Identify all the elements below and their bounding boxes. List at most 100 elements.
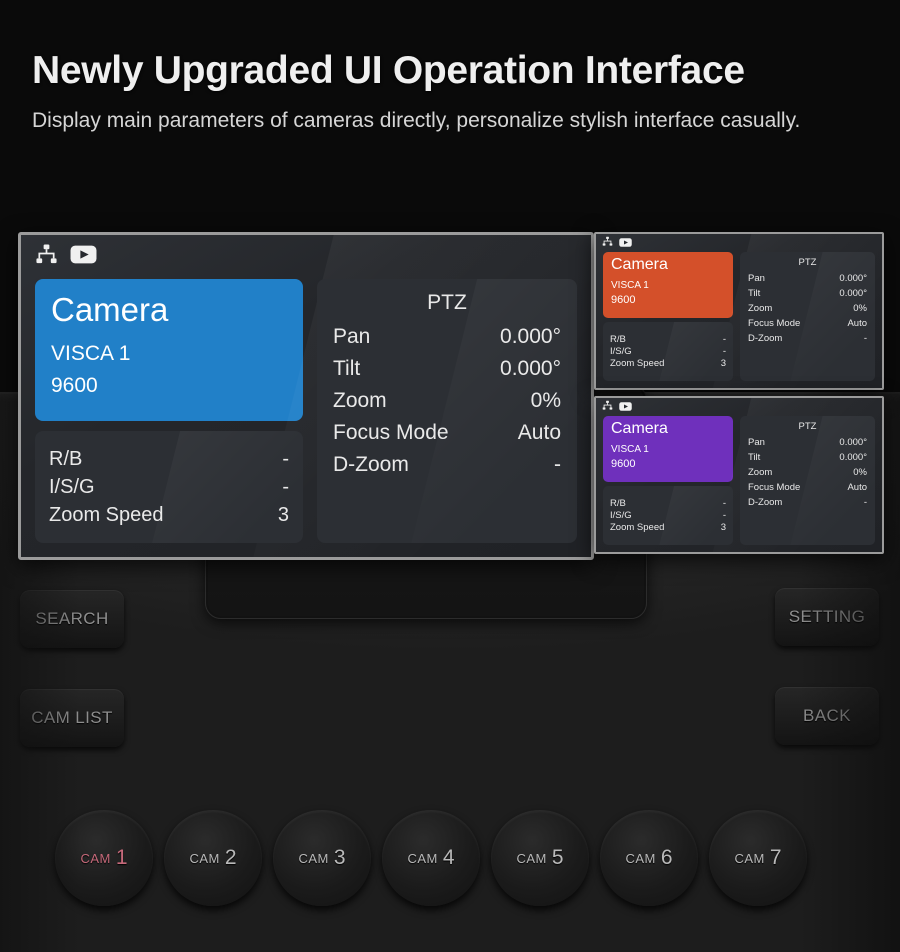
- camera-info-card[interactable]: R/B - I/S/G - Zoom Speed 3: [603, 486, 733, 545]
- camera-card-protocol: VISCA 1: [51, 341, 131, 365]
- info-row-value: 3: [277, 503, 289, 526]
- panel-statusbar: [596, 234, 882, 252]
- info-row: I/S/G -: [49, 476, 289, 499]
- camera-card-title: Camera: [51, 291, 169, 328]
- camera-card-protocol: VISCA 1: [611, 279, 649, 291]
- cam-button-word: CAM: [189, 850, 220, 866]
- info-row-key: R/B: [610, 334, 626, 345]
- ptz-row-value: 0.000°: [500, 325, 561, 348]
- back-button[interactable]: BACK: [775, 687, 879, 745]
- ptz-row: Tilt 0.000°: [333, 357, 561, 381]
- info-row: Zoom Speed 3: [610, 358, 726, 369]
- ptz-card[interactable]: PTZ Pan 0.000° Tilt 0.000° Zoom 0% Focus Mode Au…: [317, 279, 577, 543]
- ptz-row-key: Pan: [333, 325, 371, 348]
- ptz-row: Zoom 0%: [333, 389, 561, 413]
- search-button[interactable]: SEARCH: [20, 590, 124, 648]
- cam-button-number: 4: [442, 846, 455, 869]
- page-subtitle: Display main parameters of cameras direc…: [32, 108, 801, 132]
- ptz-row-key: Pan: [748, 437, 765, 448]
- cam-button-number: 7: [769, 846, 782, 869]
- ptz-row-key: D-Zoom: [333, 453, 409, 476]
- camera-card[interactable]: Camera VISCA 1 9600: [603, 252, 733, 318]
- ptz-row-value: Auto: [517, 421, 561, 444]
- camera-card[interactable]: Camera VISCA 1 9600: [35, 279, 303, 421]
- ptz-row-value: 0.000°: [839, 437, 867, 448]
- info-row-value: -: [722, 498, 726, 509]
- ptz-row-key: Tilt: [748, 288, 761, 299]
- info-row-key: I/S/G: [49, 475, 95, 498]
- cam-button-7[interactable]: CAM 7: [709, 810, 807, 906]
- camera-info-card[interactable]: R/B - I/S/G - Zoom Speed 3: [603, 322, 733, 381]
- ptz-row-key: D-Zoom: [748, 333, 783, 344]
- camera-card-baudrate: 9600: [611, 457, 636, 470]
- ptz-row: Pan 0.000°: [748, 273, 867, 284]
- ptz-card[interactable]: PTZ Pan 0.000° Tilt 0.000° Zoom 0% Focus Mode Au…: [740, 416, 875, 545]
- info-row-key: Zoom Speed: [610, 358, 665, 369]
- info-row-value: 3: [720, 522, 726, 533]
- ptz-row-value: 0%: [853, 303, 867, 314]
- cam-button-word: CAM: [516, 850, 547, 866]
- ptz-row: D-Zoom -: [333, 453, 561, 477]
- cam-button-word: CAM: [734, 850, 765, 866]
- ptz-row-key: Zoom: [748, 303, 773, 314]
- cam-button-1[interactable]: CAM 1: [55, 810, 153, 906]
- ptz-card-gloss: [776, 252, 875, 381]
- cam-button-word: CAM: [80, 850, 111, 866]
- panel-statusbar: [596, 398, 882, 416]
- camera-card-title: Camera: [611, 256, 668, 273]
- camera-panel-orange[interactable]: Camera VISCA 1 9600 R/B - I/S/G - Zoom Speed 3 PT…: [594, 232, 884, 390]
- ptz-row-key: Tilt: [748, 452, 761, 463]
- cam-button-word: CAM: [298, 850, 329, 866]
- cam-button-word: CAM: [407, 850, 438, 866]
- ptz-card-gloss: [776, 416, 875, 545]
- panel-left-column: Camera VISCA 1 9600 R/B - I/S/G - Zoom Speed 3: [603, 416, 733, 545]
- info-row: R/B -: [610, 498, 726, 509]
- network-icon: [602, 398, 613, 416]
- cam-button-number: 6: [660, 846, 673, 869]
- ptz-row-value: Auto: [847, 482, 867, 493]
- setting-button-label: SETTING: [788, 607, 866, 626]
- cam-button-5[interactable]: CAM 5: [491, 810, 589, 906]
- ptz-row-key: Pan: [748, 273, 765, 284]
- camera-card[interactable]: Camera VISCA 1 9600: [603, 416, 733, 482]
- ptz-row-value: 0.000°: [839, 288, 867, 299]
- ptz-title: PTZ: [427, 291, 467, 314]
- camera-panel-purple[interactable]: Camera VISCA 1 9600 R/B - I/S/G - Zoom Speed 3 PT…: [594, 396, 884, 554]
- camera-card-baudrate: 9600: [611, 293, 636, 306]
- setting-button[interactable]: SETTING: [775, 588, 879, 646]
- ptz-row: Zoom 0%: [748, 467, 867, 478]
- cam-button-2[interactable]: CAM 2: [164, 810, 262, 906]
- info-row-key: Zoom Speed: [49, 503, 164, 526]
- info-row: Zoom Speed 3: [49, 504, 289, 527]
- ptz-row: Tilt 0.000°: [748, 288, 867, 299]
- info-row-key: Zoom Speed: [610, 522, 665, 533]
- ptz-row-key: Tilt: [333, 357, 361, 380]
- panel-left-column: Camera VISCA 1 9600 R/B - I/S/G - Zoom Speed 3: [35, 279, 303, 543]
- cam-button-row: CAM 1 CAM 2 CAM 3 CAM 4 CAM 5 CAM 6 CAM 7: [55, 810, 865, 910]
- cam-list-button-label: CAM LIST: [31, 708, 113, 727]
- ptz-row-value: 0%: [530, 389, 561, 412]
- camera-panel-blue[interactable]: Camera VISCA 1 9600 R/B - I/S/G - Zoom Speed 3 PT…: [18, 232, 594, 560]
- cam-button-number: 5: [551, 846, 564, 869]
- ptz-row-value: 0.000°: [500, 357, 561, 380]
- camera-card-title: Camera: [611, 420, 668, 437]
- ptz-card[interactable]: PTZ Pan 0.000° Tilt 0.000° Zoom 0% Focus Mode Au…: [740, 252, 875, 381]
- cam-button-6[interactable]: CAM 6: [600, 810, 698, 906]
- info-row-value: -: [722, 334, 726, 345]
- ptz-title: PTZ: [798, 257, 817, 268]
- ptz-row: Zoom 0%: [748, 303, 867, 314]
- cam-button-3[interactable]: CAM 3: [273, 810, 371, 906]
- info-row: R/B -: [610, 334, 726, 345]
- info-row-key: R/B: [610, 498, 626, 509]
- panel-statusbar: [21, 235, 591, 279]
- ptz-row: Pan 0.000°: [333, 325, 561, 349]
- info-row: R/B -: [49, 448, 289, 471]
- info-row-value: -: [722, 510, 726, 521]
- camera-info-card[interactable]: R/B - I/S/G - Zoom Speed 3: [35, 431, 303, 543]
- cam-list-button[interactable]: CAM LIST: [20, 689, 124, 747]
- cam-button-number: 3: [333, 846, 346, 869]
- camera-card-baudrate: 9600: [51, 373, 98, 397]
- cam-button-4[interactable]: CAM 4: [382, 810, 480, 906]
- back-button-label: BACK: [803, 706, 851, 725]
- panel-body: Camera VISCA 1 9600 R/B - I/S/G - Zoom Speed 3 PT…: [596, 416, 882, 552]
